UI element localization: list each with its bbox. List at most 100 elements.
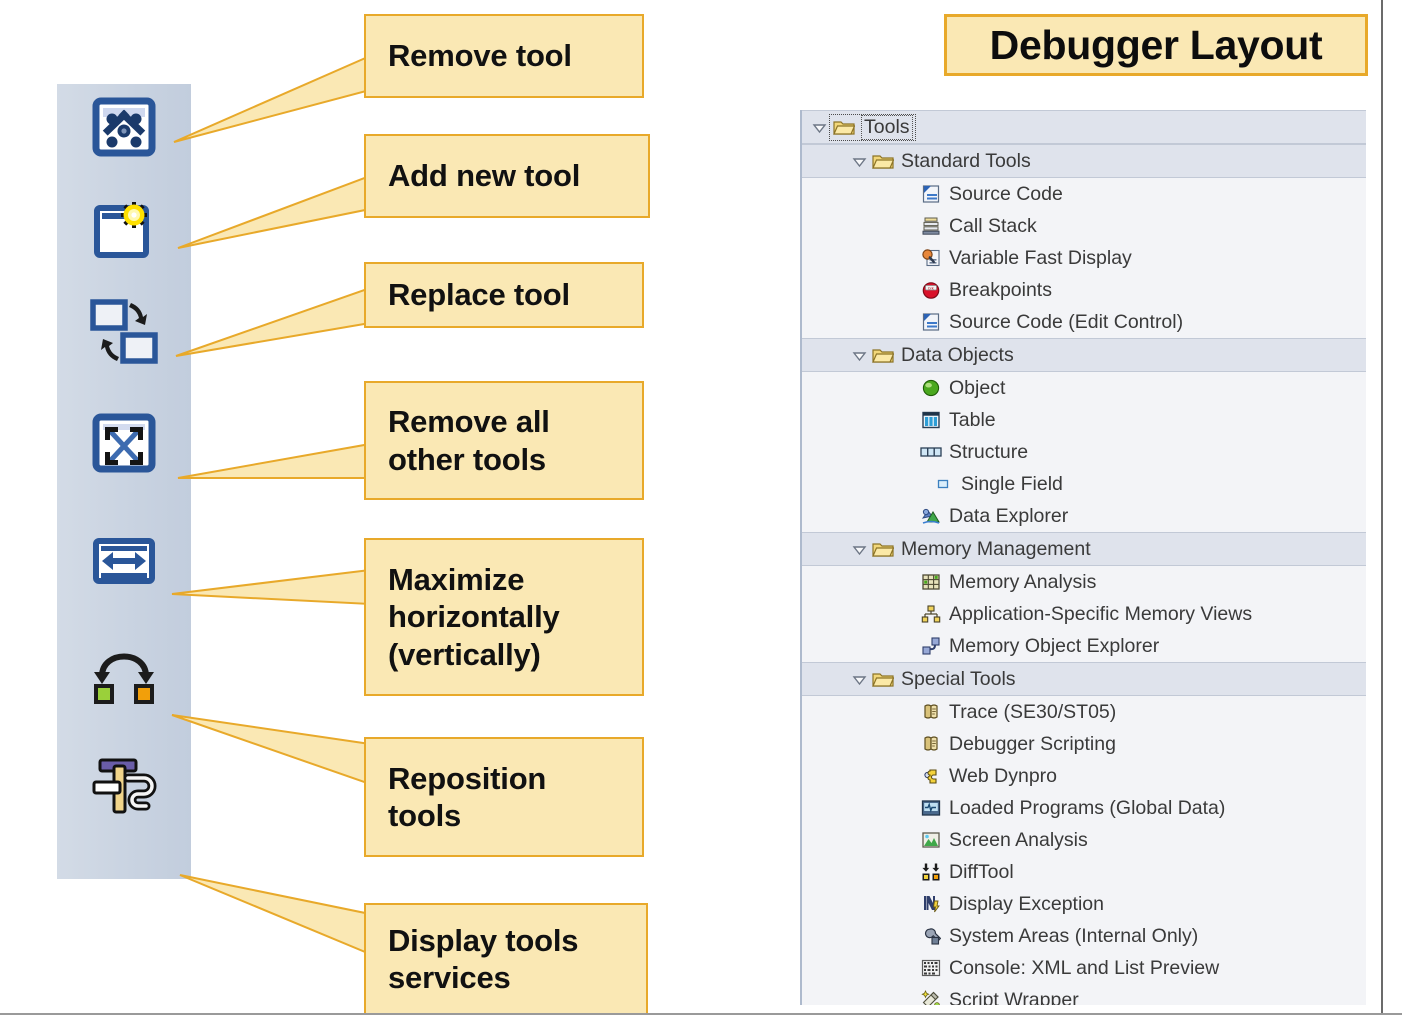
- debugger-tool-palette: [57, 84, 191, 879]
- tree-expand-twisty-icon[interactable]: [848, 154, 870, 169]
- tree-item-0-0[interactable]: Source Code: [802, 178, 1366, 210]
- callout-line: Reposition: [388, 760, 547, 796]
- tree-item-0-1[interactable]: Call Stack: [802, 210, 1366, 242]
- callout-remove-tool: Remove tool: [364, 14, 644, 98]
- tree-item-0-2[interactable]: Variable Fast Display: [802, 242, 1366, 274]
- tree-item-1-3[interactable]: Single Field: [802, 468, 1366, 500]
- folder-open-icon: [831, 118, 857, 136]
- folder-open-icon: [870, 152, 896, 170]
- tree-item-label: Standard Tools: [901, 149, 1031, 172]
- tree-item-3-4[interactable]: Screen Analysis: [802, 824, 1366, 856]
- callout-reposition-tools: Reposition tools: [364, 737, 644, 857]
- tree-item-3-2[interactable]: Web Dynpro: [802, 760, 1366, 792]
- call-stack-icon: [918, 216, 944, 236]
- data-explorer-icon: [918, 506, 944, 526]
- callout-line: Remove tool: [388, 38, 572, 74]
- tree-item-label: Application-Specific Memory Views: [949, 602, 1253, 625]
- maximize-horizontally-button[interactable]: [87, 524, 161, 598]
- tree-item-label: Console: XML and List Preview: [949, 956, 1220, 979]
- tree-expand-twisty-icon[interactable]: [848, 672, 870, 687]
- replace-tool-button[interactable]: [87, 295, 161, 369]
- callout-remove-all-other-tools: Remove all other tools: [364, 381, 644, 500]
- tree-item-label: Display Exception: [949, 892, 1104, 915]
- tree-expand-twisty-icon[interactable]: [848, 348, 870, 363]
- tree-item-3-5[interactable]: DiffTool: [802, 856, 1366, 888]
- tree-group-1[interactable]: Data Objects: [802, 338, 1366, 372]
- tree-item-label: Tools: [861, 114, 913, 140]
- scroll-icon: [918, 702, 944, 722]
- callout-replace-tool: Replace tool: [364, 262, 644, 328]
- tree-item-label: Memory Object Explorer: [949, 634, 1160, 657]
- tree-item-0-3[interactable]: brk Breakpoints: [802, 274, 1366, 306]
- tree-expand-twisty-icon[interactable]: [808, 120, 830, 135]
- display-tools-services-button[interactable]: [87, 745, 161, 819]
- tree-item-0-4[interactable]: Source Code (Edit Control): [802, 306, 1366, 338]
- structure-icon: [918, 445, 944, 459]
- callout-maximize-horizontally: Maximize horizontally (vertically): [364, 538, 644, 696]
- tree-item-3-1[interactable]: Debugger Scripting: [802, 728, 1366, 760]
- tree-item-label: Single Field: [961, 472, 1063, 495]
- tree-item-label: Data Explorer: [949, 504, 1069, 527]
- tree-item-label: Debugger Scripting: [949, 732, 1116, 755]
- console-xml-icon: [918, 958, 944, 978]
- tree-group-3[interactable]: Special Tools: [802, 662, 1366, 696]
- tree-item-2-0[interactable]: Memory Analysis: [802, 566, 1366, 598]
- tree-group-2[interactable]: Memory Management: [802, 532, 1366, 566]
- add-new-tool-button[interactable]: [87, 194, 161, 268]
- tree-item-2-2[interactable]: Memory Object Explorer: [802, 630, 1366, 662]
- remove-tool-icon: [92, 95, 156, 159]
- tree-item-label: Source Code: [949, 182, 1063, 205]
- callout-line: horizontally: [388, 599, 560, 635]
- tree-expand-twisty-icon[interactable]: [848, 542, 870, 557]
- tree-item-1-4[interactable]: Data Explorer: [802, 500, 1366, 532]
- tree-item-label: Breakpoints: [949, 278, 1052, 301]
- reposition-tools-button[interactable]: [87, 633, 161, 707]
- tree-item-label: Memory Analysis: [949, 570, 1097, 593]
- tree-item-label: Web Dynpro: [949, 764, 1058, 787]
- callout-line: Add new tool: [388, 158, 581, 194]
- callout-line: Display tools: [388, 922, 579, 958]
- tree-item-3-7[interactable]: System Areas (Internal Only): [802, 920, 1366, 952]
- scroll-icon: [918, 734, 944, 754]
- tree-item-3-0[interactable]: Trace (SE30/ST05): [802, 696, 1366, 728]
- tree-item-label: System Areas (Internal Only): [949, 924, 1199, 947]
- callout-line: Remove all: [388, 404, 550, 440]
- tree-item-3-8[interactable]: Console: XML and List Preview: [802, 952, 1366, 984]
- web-dynpro-icon: [918, 766, 944, 786]
- tree-item-label: Screen Analysis: [949, 828, 1088, 851]
- tree-item-3-3[interactable]: Loaded Programs (Global Data): [802, 792, 1366, 824]
- tree-item-label: Loaded Programs (Global Data): [949, 796, 1226, 819]
- reposition-tools-icon: [88, 634, 160, 706]
- tree-item-1-0[interactable]: Object: [802, 372, 1366, 404]
- tree-item-label: DiffTool: [949, 860, 1014, 883]
- tree-item-3-6[interactable]: Display Exception: [802, 888, 1366, 920]
- remove-tool-button[interactable]: [87, 90, 161, 164]
- remove-all-other-tools-button[interactable]: [87, 406, 161, 480]
- tree-root-tools[interactable]: Tools: [802, 110, 1366, 144]
- callout-line: services: [388, 960, 511, 995]
- source-code-icon: [918, 312, 944, 332]
- callout-line: Replace tool: [388, 277, 570, 313]
- tree-item-1-1[interactable]: Table: [802, 404, 1366, 436]
- tree-item-1-2[interactable]: Structure: [802, 436, 1366, 468]
- svg-text:brk: brk: [928, 285, 934, 290]
- table-icon: [918, 410, 944, 430]
- screen-analysis-icon: [918, 830, 944, 850]
- replace-tool-icon: [87, 295, 161, 369]
- tree-item-label: Script Wrapper: [949, 988, 1079, 1006]
- callout-line: Maximize: [388, 562, 525, 598]
- system-areas-icon: [918, 926, 944, 946]
- tree-item-label: Call Stack: [949, 214, 1037, 237]
- tree-group-0[interactable]: Standard Tools: [802, 144, 1366, 178]
- difftool-icon: [918, 862, 944, 882]
- tree-item-label: Trace (SE30/ST05): [949, 700, 1117, 723]
- script-wrapper-icon: [918, 990, 944, 1005]
- single-field-icon: [930, 478, 956, 490]
- callout-add-new-tool: Add new tool: [364, 134, 650, 218]
- tree-item-label: Special Tools: [901, 667, 1016, 690]
- app-specific-memory-views-icon: [918, 604, 944, 624]
- tree-item-2-1[interactable]: Application-Specific Memory Views: [802, 598, 1366, 630]
- source-code-icon: [918, 184, 944, 204]
- slide-bottom-rule: [0, 1013, 1402, 1015]
- tree-item-3-9[interactable]: Script Wrapper: [802, 984, 1366, 1005]
